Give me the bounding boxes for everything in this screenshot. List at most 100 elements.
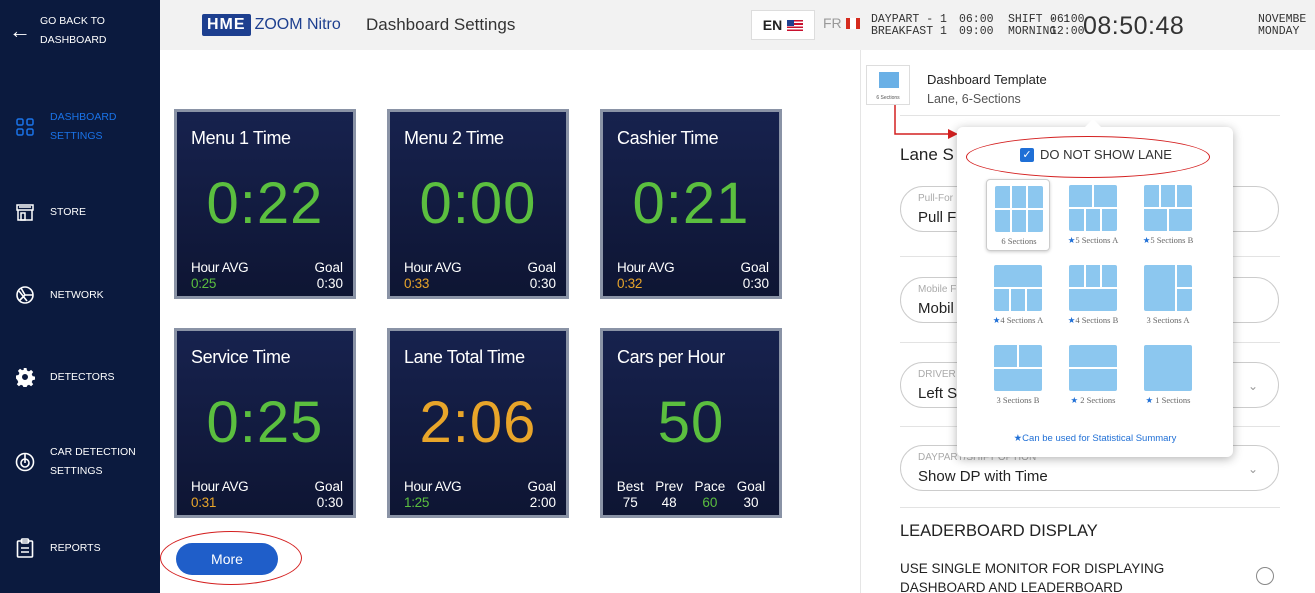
tile-value: 2:06 (419, 390, 537, 455)
option-label-text: 4 Sections B (1075, 315, 1119, 325)
tile-title: Menu 2 Time (404, 128, 504, 148)
template-option-6-sections[interactable]: 6 Sections (986, 179, 1050, 251)
template-4-sections-b-icon (1069, 265, 1117, 311)
date-info: NOVEMBE MONDAY (1258, 14, 1306, 38)
option-label: ★ 2 Sections (1051, 395, 1135, 406)
template-option-1-sections[interactable]: ★ 1 Sections (1136, 339, 1200, 411)
template-option-3-sections-a[interactable]: 3 Sections A (1136, 259, 1200, 331)
field-value: Show DP with Time (918, 468, 1048, 485)
option-label: ★4 Sections B (1051, 315, 1135, 326)
language-en-button[interactable]: EN (751, 10, 815, 40)
product-name: ZOOM Nitro (254, 16, 341, 33)
tile-title: Cars per Hour (617, 347, 725, 367)
tile-hour-avg: Hour AVG 0:25 (191, 260, 249, 292)
template-6-sections-icon (995, 186, 1043, 232)
goal-label: Goal (314, 260, 343, 275)
daypart-name: BREAKFAST 1 (871, 25, 947, 38)
statistical-summary-note: ★Can be used for Statistical Summary (957, 433, 1233, 444)
avg-label: Hour AVG (191, 260, 249, 275)
option-label-text: 5 Sections A (1075, 235, 1119, 245)
single-monitor-toggle[interactable] (1256, 567, 1274, 585)
option-label: ★5 Sections A (1051, 235, 1135, 246)
tile-cars-per-hour: Cars per Hour 50 Best 75 Prev 48 Pace 60 Go… (600, 328, 782, 518)
option-label-text: 5 Sections B (1150, 235, 1194, 245)
stat-goal: Goal 30 (737, 479, 766, 511)
field-value: Pull F (918, 209, 957, 226)
tile-value: 0:22 (206, 171, 324, 236)
sidebar-item-label: REPORTS (50, 541, 101, 554)
sidebar-item-network[interactable]: NETWORK (0, 265, 160, 325)
template-3-sections-a-icon (1144, 265, 1192, 311)
sidebar-item-label: NETWORK (50, 288, 104, 301)
tile-menu1-time: Menu 1 Time 0:22 Hour AVG 0:25 Goal 0:30 (174, 109, 356, 299)
stat-label: Best (616, 479, 644, 494)
tile-cashier-time: Cashier Time 0:21 Hour AVG 0:32 Goal 0:30 (600, 109, 782, 299)
sidebar: ← GO BACK TO DASHBOARD DASHBOARD SETTING… (0, 0, 160, 593)
stat-label: Pace (694, 479, 726, 494)
daypart-times: 06:00 09:00 (959, 14, 994, 38)
template-option-2-sections[interactable]: ★ 2 Sections (1061, 339, 1125, 411)
template-option-4-sections-b[interactable]: ★4 Sections B (1061, 259, 1125, 331)
option-label: 6 Sections (1001, 236, 1037, 246)
daypart-end: 09:00 (959, 25, 994, 38)
gear-icon (0, 367, 50, 387)
chevron-down-icon: ⌄ (1247, 379, 1258, 393)
stat-best: Best 75 (617, 479, 644, 511)
avg-label: Hour AVG (617, 260, 675, 275)
sidebar-item-car-detection-settings[interactable]: CAR DETECTION SETTINGS (0, 432, 160, 492)
language-fr-label: FR (823, 15, 842, 31)
star-icon: ★ (1145, 395, 1156, 405)
template-option-3-sections-b[interactable]: 3 Sections B (986, 339, 1050, 411)
tile-goal: Goal 2:00 (527, 479, 556, 511)
back-to-dashboard-link[interactable]: ← GO BACK TO DASHBOARD (0, 0, 160, 62)
daypart-info: DAYPART - 1 BREAKFAST 1 (871, 14, 947, 38)
template-option-4-sections-a[interactable]: ★4 Sections A (986, 259, 1050, 331)
template-4-sections-a-icon (994, 265, 1042, 311)
back-label: GO BACK TO DASHBOARD (40, 15, 107, 46)
template-picker-popup: ✓ DO NOT SHOW LANE 6 Sections ★5 Section… (957, 119, 1233, 457)
tile-goal: Goal 0:30 (314, 479, 343, 511)
option-label: ★4 Sections A (976, 315, 1060, 326)
star-icon: ★ (1013, 433, 1023, 444)
do-not-show-lane-label: DO NOT SHOW LANE (1040, 147, 1172, 162)
stat-pace: Pace 60 (694, 479, 725, 511)
shift-times: 06:00 12:00 (1050, 14, 1085, 38)
sidebar-item-reports[interactable]: REPORTS (0, 518, 160, 578)
avg-value: 0:33 (404, 276, 430, 291)
us-flag-icon (787, 19, 804, 31)
tile-goal: Goal 0:30 (527, 260, 556, 292)
stat-label: Goal (736, 479, 766, 494)
language-fr-button[interactable]: FR (823, 15, 860, 31)
template-option-5-sections-b[interactable]: ★5 Sections B (1136, 179, 1200, 251)
goal-value: 2:00 (529, 495, 556, 510)
field-label: Mobile F (918, 284, 957, 295)
tile-value: 0:21 (632, 171, 750, 236)
do-not-show-lane-checkbox[interactable]: ✓ DO NOT SHOW LANE (1020, 147, 1172, 162)
template-option-5-sections-a[interactable]: ★5 Sections A (1061, 179, 1125, 251)
field-value: Mobil (918, 300, 954, 317)
option-label: ★ 1 Sections (1126, 395, 1210, 406)
note-text: Can be used for Statistical Summary (1022, 433, 1177, 444)
sidebar-item-dashboard-settings[interactable]: DASHBOARD SETTINGS (0, 97, 160, 157)
goal-label: Goal (314, 479, 343, 494)
store-icon (0, 202, 50, 222)
sidebar-item-detectors[interactable]: DETECTORS (0, 347, 160, 407)
top-header: HME ZOOM Nitro Dashboard Settings EN FR … (160, 0, 1315, 50)
sidebar-item-store[interactable]: STORE (0, 182, 160, 242)
stat-value: 75 (622, 495, 638, 510)
option-label-text: 1 Sections (1155, 395, 1191, 405)
option-label: 3 Sections A (1146, 315, 1190, 325)
hme-logo: HME ZOOM Nitro (202, 13, 341, 37)
more-button[interactable]: More (176, 543, 278, 575)
dashboard-template-button[interactable]: 6 Sections (866, 65, 910, 105)
field-label: DRIVER (918, 369, 956, 380)
option-label: 3 Sections B (996, 395, 1040, 405)
shift-end: 12:00 (1050, 25, 1085, 38)
language-en-label: EN (762, 17, 783, 33)
tile-menu2-time: Menu 2 Time 0:00 Hour AVG 0:33 Goal 0:30 (387, 109, 569, 299)
goal-value: 0:30 (316, 495, 343, 510)
stat-label: Prev (655, 479, 683, 494)
tile-lane-total-time: Lane Total Time 2:06 Hour AVG 1:25 Goal 2:… (387, 328, 569, 518)
goal-label: Goal (527, 260, 556, 275)
tile-title: Cashier Time (617, 128, 719, 148)
